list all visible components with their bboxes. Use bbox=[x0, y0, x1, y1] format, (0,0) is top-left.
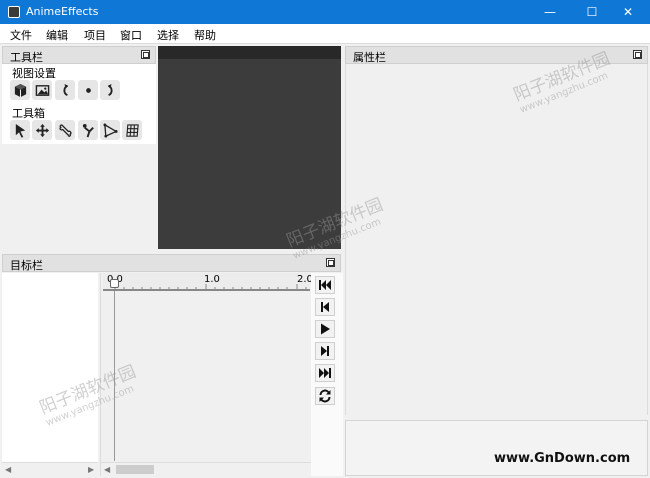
window-title: AnimeEffects bbox=[26, 5, 99, 18]
move-icon[interactable] bbox=[32, 120, 52, 140]
menu-project[interactable]: 项目 bbox=[84, 27, 106, 43]
canvas-viewport[interactable] bbox=[158, 46, 341, 249]
skip-back-icon[interactable] bbox=[315, 276, 335, 294]
scroll-right-icon[interactable]: ▶ bbox=[88, 465, 94, 474]
playhead-handle[interactable] bbox=[110, 279, 119, 288]
float-panel-icon[interactable] bbox=[326, 258, 335, 267]
cursor-icon[interactable] bbox=[10, 120, 30, 140]
target-panel-header: 目标栏 bbox=[2, 254, 341, 272]
timeline-ruler[interactable]: 0.0 1.0 2.0 bbox=[103, 273, 313, 291]
menu-file[interactable]: 文件 bbox=[10, 27, 32, 43]
play-icon[interactable] bbox=[315, 320, 335, 338]
menu-select[interactable]: 选择 bbox=[157, 27, 179, 43]
watermark-site: www.GnDown.com bbox=[494, 451, 631, 466]
menu-bar: 文件 编辑 项目 窗口 选择 帮助 bbox=[0, 24, 650, 44]
scrollbar-thumb[interactable] bbox=[116, 465, 154, 474]
rotate-right-icon[interactable] bbox=[100, 80, 120, 100]
step-forward-icon[interactable] bbox=[315, 342, 335, 360]
loop-icon[interactable] bbox=[315, 387, 335, 405]
skip-forward-icon[interactable] bbox=[315, 364, 335, 382]
property-sub-panel bbox=[345, 420, 648, 476]
property-panel-body bbox=[345, 64, 648, 415]
target-list[interactable]: ◀ ▶ bbox=[2, 273, 98, 476]
app-icon bbox=[8, 6, 20, 18]
target-panel-title: 目标栏 bbox=[10, 259, 43, 272]
timeline-area[interactable]: 0.0 1.0 2.0 ◀ bbox=[100, 273, 313, 476]
playhead-line bbox=[114, 291, 115, 461]
scroll-left-icon[interactable]: ◀ bbox=[5, 465, 11, 474]
minimize-button[interactable]: — bbox=[530, 0, 570, 24]
toolbox-label: 工具箱 bbox=[12, 107, 45, 120]
toolbar-panel-header: 工具栏 bbox=[2, 46, 156, 64]
target-list-scrollbar[interactable]: ◀ ▶ bbox=[2, 462, 98, 476]
step-back-icon[interactable] bbox=[315, 298, 335, 316]
property-panel-header: 属性栏 bbox=[345, 46, 648, 64]
menu-window[interactable]: 窗口 bbox=[120, 27, 142, 43]
menu-help[interactable]: 帮助 bbox=[194, 27, 216, 43]
title-bar: AnimeEffects — ☐ ✕ bbox=[0, 0, 650, 24]
bone-icon[interactable] bbox=[55, 120, 75, 140]
float-panel-icon[interactable] bbox=[141, 50, 150, 59]
tick-label: 1.0 bbox=[204, 274, 220, 285]
timeline-scrollbar[interactable]: ◀ bbox=[101, 462, 312, 476]
property-panel-title: 属性栏 bbox=[353, 51, 386, 64]
dot-icon[interactable] bbox=[78, 80, 98, 100]
canvas-top-strip bbox=[158, 46, 341, 59]
pose-icon[interactable] bbox=[78, 120, 98, 140]
view-settings-label: 视图设置 bbox=[12, 67, 56, 80]
float-panel-icon[interactable] bbox=[633, 50, 642, 59]
close-button[interactable]: ✕ bbox=[608, 0, 648, 24]
toolbar-panel-body: 视图设置 工具箱 bbox=[2, 64, 156, 144]
rotate-left-icon[interactable] bbox=[55, 80, 75, 100]
mesh-grid-icon[interactable] bbox=[122, 120, 142, 140]
image-icon[interactable] bbox=[32, 80, 52, 100]
scroll-left-icon[interactable]: ◀ bbox=[104, 465, 110, 474]
maximize-button[interactable]: ☐ bbox=[572, 0, 612, 24]
cube-icon[interactable] bbox=[10, 80, 30, 100]
mesh-triangle-icon[interactable] bbox=[100, 120, 120, 140]
toolbar-panel-title: 工具栏 bbox=[10, 51, 43, 64]
menu-edit[interactable]: 编辑 bbox=[46, 27, 68, 43]
